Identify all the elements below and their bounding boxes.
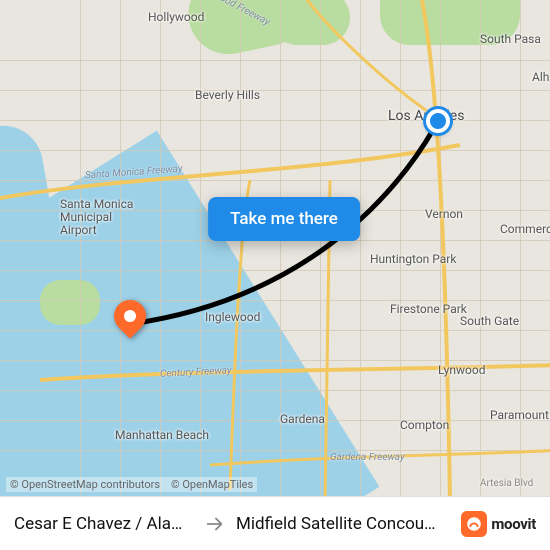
map-container[interactable]: Los Angeles Beverly Hills Santa Monica M…	[0, 0, 550, 550]
take-me-there-button[interactable]: Take me there	[208, 197, 360, 241]
route-summary-bar: Cesar E Chavez / Alam… Midfield Satellit…	[0, 496, 550, 550]
arrow-right-icon	[204, 513, 226, 535]
openmaptiles-attribution: © OpenMapTiles	[171, 478, 253, 491]
moovit-brand-text: moovit	[491, 515, 536, 533]
pin-icon	[107, 293, 152, 338]
end-marker[interactable]	[114, 300, 146, 332]
moovit-brand[interactable]: moovit	[461, 511, 536, 537]
osm-attribution: © OpenStreetMap contributors	[10, 478, 160, 491]
freeway-layer	[0, 0, 550, 550]
route-to-label[interactable]: Midfield Satellite Concou…	[236, 514, 451, 534]
route-from-label[interactable]: Cesar E Chavez / Alam…	[14, 514, 194, 534]
map-attribution[interactable]: © OpenStreetMap contributors © OpenMapTi…	[6, 477, 257, 492]
moovit-logo-icon	[461, 511, 487, 537]
start-marker[interactable]	[426, 109, 450, 133]
